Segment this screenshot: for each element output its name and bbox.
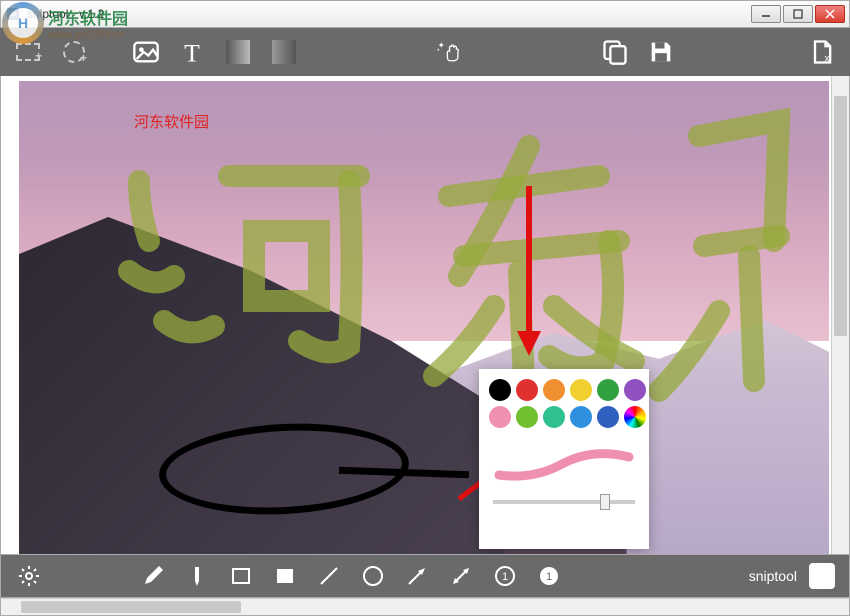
marker-tool-button[interactable]: [177, 558, 217, 594]
image-icon: [132, 38, 160, 66]
circle-outline-icon: [361, 564, 385, 588]
color-swatch-blue[interactable]: [597, 406, 619, 428]
maximize-button[interactable]: [783, 5, 813, 23]
rect-fill-tool-button[interactable]: [265, 558, 305, 594]
double-arrow-icon: [449, 564, 473, 588]
line-tool-button[interactable]: [309, 558, 349, 594]
watermark-site-name: 河东软件园: [48, 5, 128, 29]
magic-touch-button[interactable]: [425, 34, 475, 70]
rect-outline-icon: [229, 564, 253, 588]
window-controls: [751, 5, 845, 23]
hand-sparkle-icon: [436, 38, 464, 66]
clear-page-icon: x: [808, 38, 836, 66]
gear-icon: [17, 564, 41, 588]
stroke-preview: [489, 440, 639, 490]
svg-text:1: 1: [501, 571, 507, 583]
blur-tool-1-button[interactable]: [218, 34, 258, 70]
canvas[interactable]: 河东软件园: [19, 81, 829, 554]
bottom-toolbar: 1 1 sniptool: [0, 554, 850, 598]
copy-button[interactable]: [595, 34, 635, 70]
marker-icon: [185, 564, 209, 588]
number-circle-outline-icon: 1: [493, 564, 517, 588]
color-swatch-purple[interactable]: [624, 379, 646, 401]
rect-outline-tool-button[interactable]: [221, 558, 261, 594]
number-fill-tool-button[interactable]: 1: [529, 558, 569, 594]
color-swatch-green[interactable]: [597, 379, 619, 401]
color-swatch-orange[interactable]: [543, 379, 565, 401]
number-circle-fill-icon: 1: [537, 564, 561, 588]
arrow-icon: [405, 564, 429, 588]
arrow-tool-button[interactable]: [397, 558, 437, 594]
save-button[interactable]: [641, 34, 681, 70]
slider-thumb[interactable]: [600, 494, 610, 510]
dashed-rect-icon: +: [16, 43, 40, 61]
color-swatch-teal[interactable]: [543, 406, 565, 428]
window-title: sniptool - v.1.2: [27, 7, 751, 21]
settings-button[interactable]: [9, 558, 49, 594]
color-swatch-lime[interactable]: [516, 406, 538, 428]
clear-button[interactable]: x: [802, 34, 842, 70]
color-swatch-black[interactable]: [489, 379, 511, 401]
minimize-button[interactable]: [751, 5, 781, 23]
scrollbar-thumb[interactable]: [834, 96, 847, 336]
blur-icon: [226, 40, 250, 64]
vertical-scrollbar[interactable]: [831, 76, 849, 554]
svg-text:x: x: [824, 52, 830, 64]
brush-strokes: [19, 81, 829, 554]
site-watermark: H 河东软件园 www.pc0359.cn: [2, 2, 128, 44]
close-button[interactable]: [815, 5, 845, 23]
text-annotation[interactable]: 河东软件园: [134, 111, 209, 132]
screenshot-image: 河东软件园: [19, 81, 829, 554]
brush-icon: [141, 564, 165, 588]
copy-icon: [601, 38, 629, 66]
save-icon: [647, 38, 675, 66]
number-outline-tool-button[interactable]: 1: [485, 558, 525, 594]
color-swatch-red[interactable]: [516, 379, 538, 401]
color-grid: [489, 379, 639, 428]
scrollbar-thumb-h[interactable]: [21, 601, 241, 613]
canvas-area: 河东软件园: [0, 76, 850, 554]
blur-tool-2-button[interactable]: [264, 34, 304, 70]
arrow-down-annotation: [509, 181, 549, 361]
brush-tool-button[interactable]: [133, 558, 173, 594]
circle-outline-tool-button[interactable]: [353, 558, 393, 594]
color-swatch-custom[interactable]: [624, 406, 646, 428]
color-swatch-yellow[interactable]: [570, 379, 592, 401]
line-icon: [317, 564, 341, 588]
svg-text:1: 1: [545, 571, 551, 583]
color-picker-popup: [479, 369, 649, 549]
dashed-circle-icon: +: [63, 41, 85, 63]
rect-fill-icon: [273, 564, 297, 588]
insert-text-button[interactable]: T: [172, 34, 212, 70]
double-arrow-tool-button[interactable]: [441, 558, 481, 594]
stroke-width-slider[interactable]: [493, 500, 635, 504]
insert-image-button[interactable]: [126, 34, 166, 70]
current-color-indicator[interactable]: [809, 563, 835, 589]
watermark-site-url: www.pc0359.cn: [48, 29, 128, 41]
pixelate-icon: [272, 40, 296, 64]
svg-text:T: T: [184, 38, 200, 66]
watermark-logo-icon: H: [2, 2, 44, 44]
color-swatch-pink[interactable]: [489, 406, 511, 428]
horizontal-scrollbar[interactable]: [0, 598, 850, 616]
text-icon: T: [178, 38, 206, 66]
brand-label: sniptool: [749, 568, 797, 584]
color-swatch-skyblue[interactable]: [570, 406, 592, 428]
